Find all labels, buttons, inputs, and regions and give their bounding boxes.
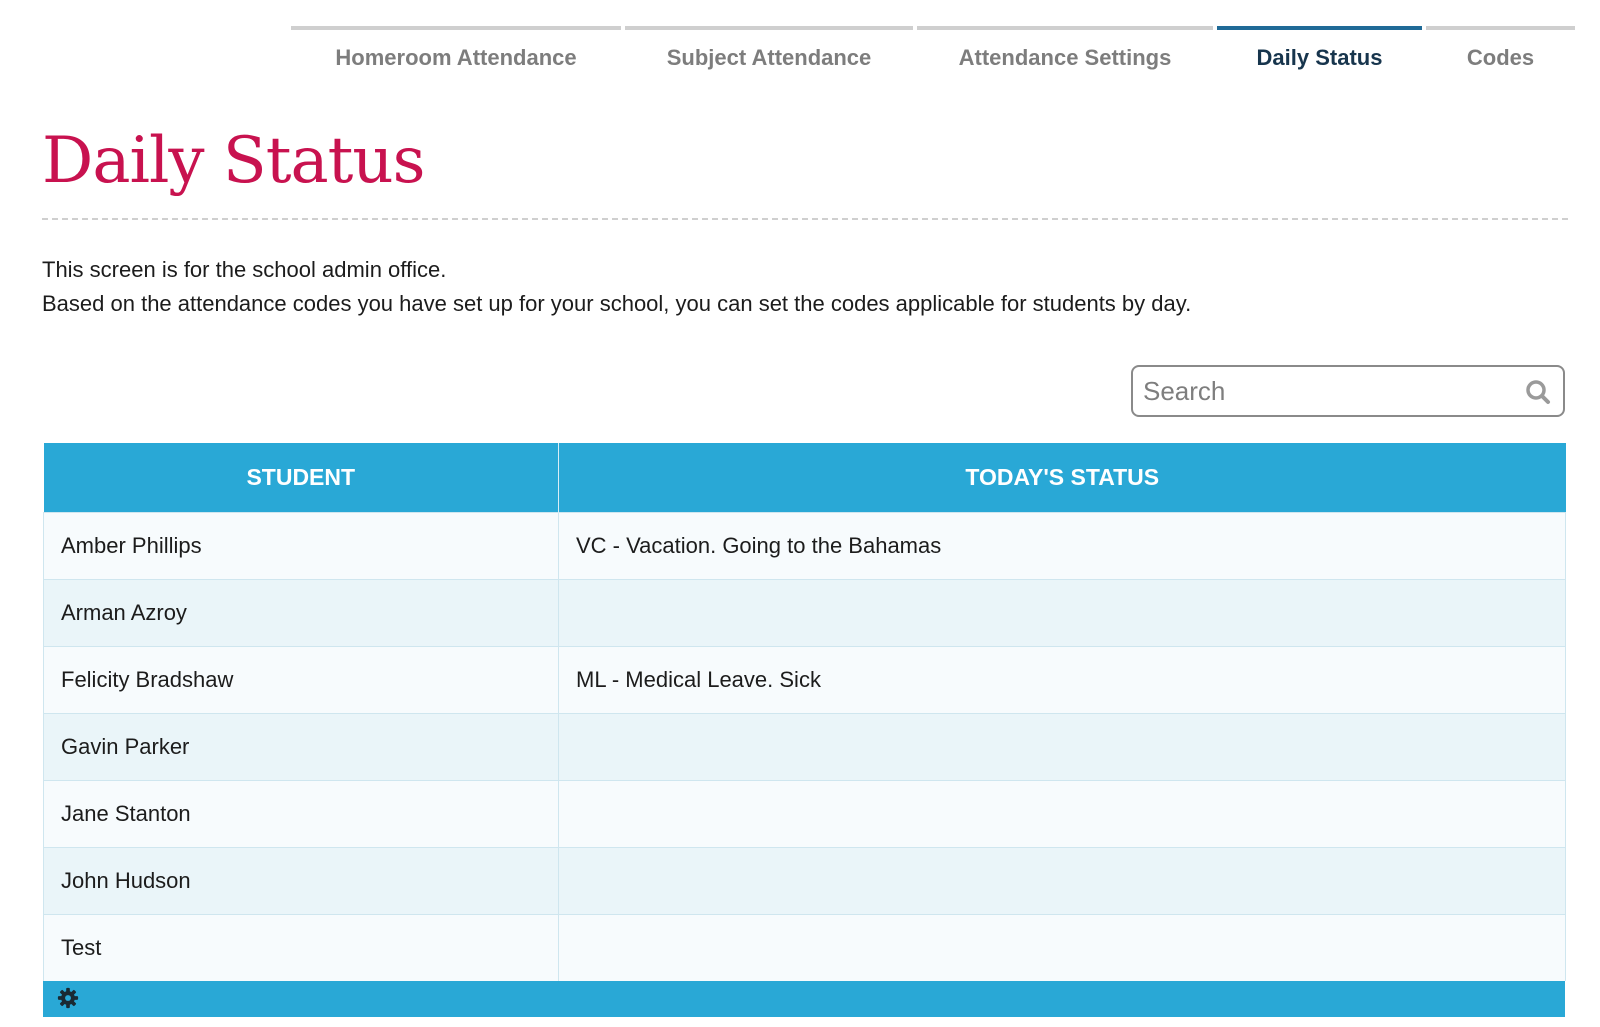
page-title: Daily Status bbox=[42, 124, 425, 198]
search-box bbox=[1131, 365, 1565, 417]
status-cell[interactable] bbox=[558, 780, 1566, 848]
table-row[interactable]: Test bbox=[43, 914, 1566, 981]
student-cell: John Hudson bbox=[43, 847, 559, 915]
student-cell: Jane Stanton bbox=[43, 780, 559, 848]
tab-bar: Homeroom Attendance Subject Attendance A… bbox=[291, 26, 1579, 86]
column-header-student[interactable]: STUDENT bbox=[43, 443, 559, 513]
search-input[interactable] bbox=[1133, 374, 1515, 408]
table-row[interactable]: Jane Stanton bbox=[43, 780, 1566, 848]
table-row[interactable]: Arman Azroy bbox=[43, 579, 1566, 647]
student-cell: Arman Azroy bbox=[43, 579, 559, 647]
search-icon[interactable] bbox=[1525, 379, 1551, 405]
daily-status-table: STUDENT TODAY'S STATUS Amber Phillips VC… bbox=[43, 443, 1566, 981]
student-cell: Gavin Parker bbox=[43, 713, 559, 781]
page-description: This screen is for the school admin offi… bbox=[42, 253, 1191, 321]
status-cell[interactable] bbox=[558, 847, 1566, 915]
table-header-row: STUDENT TODAY'S STATUS bbox=[43, 443, 1566, 513]
student-cell: Felicity Bradshaw bbox=[43, 646, 559, 714]
page: Homeroom Attendance Subject Attendance A… bbox=[0, 0, 1600, 1027]
description-line-1: This screen is for the school admin offi… bbox=[42, 257, 447, 282]
gear-icon[interactable] bbox=[57, 987, 79, 1009]
tab-subject-attendance[interactable]: Subject Attendance bbox=[625, 26, 913, 86]
student-cell: Test bbox=[43, 914, 559, 981]
status-cell[interactable] bbox=[558, 713, 1566, 781]
tab-daily-status[interactable]: Daily Status bbox=[1217, 26, 1422, 86]
description-line-2: Based on the attendance codes you have s… bbox=[42, 291, 1192, 316]
status-cell[interactable]: ML - Medical Leave. Sick bbox=[558, 646, 1566, 714]
tab-codes[interactable]: Codes bbox=[1426, 26, 1575, 86]
status-cell[interactable] bbox=[558, 914, 1566, 981]
table-row[interactable]: Gavin Parker bbox=[43, 713, 1566, 781]
tab-homeroom-attendance[interactable]: Homeroom Attendance bbox=[291, 26, 621, 86]
column-header-todays-status[interactable]: TODAY'S STATUS bbox=[558, 443, 1566, 513]
student-cell: Amber Phillips bbox=[43, 512, 559, 580]
table-row[interactable]: Felicity Bradshaw ML - Medical Leave. Si… bbox=[43, 646, 1566, 714]
table-footer-bar bbox=[43, 981, 1565, 1017]
table-row[interactable]: John Hudson bbox=[43, 847, 1566, 915]
table-row[interactable]: Amber Phillips VC - Vacation. Going to t… bbox=[43, 512, 1566, 580]
title-divider bbox=[42, 218, 1568, 220]
tab-attendance-settings[interactable]: Attendance Settings bbox=[917, 26, 1213, 86]
status-cell[interactable]: VC - Vacation. Going to the Bahamas bbox=[558, 512, 1566, 580]
status-cell[interactable] bbox=[558, 579, 1566, 647]
